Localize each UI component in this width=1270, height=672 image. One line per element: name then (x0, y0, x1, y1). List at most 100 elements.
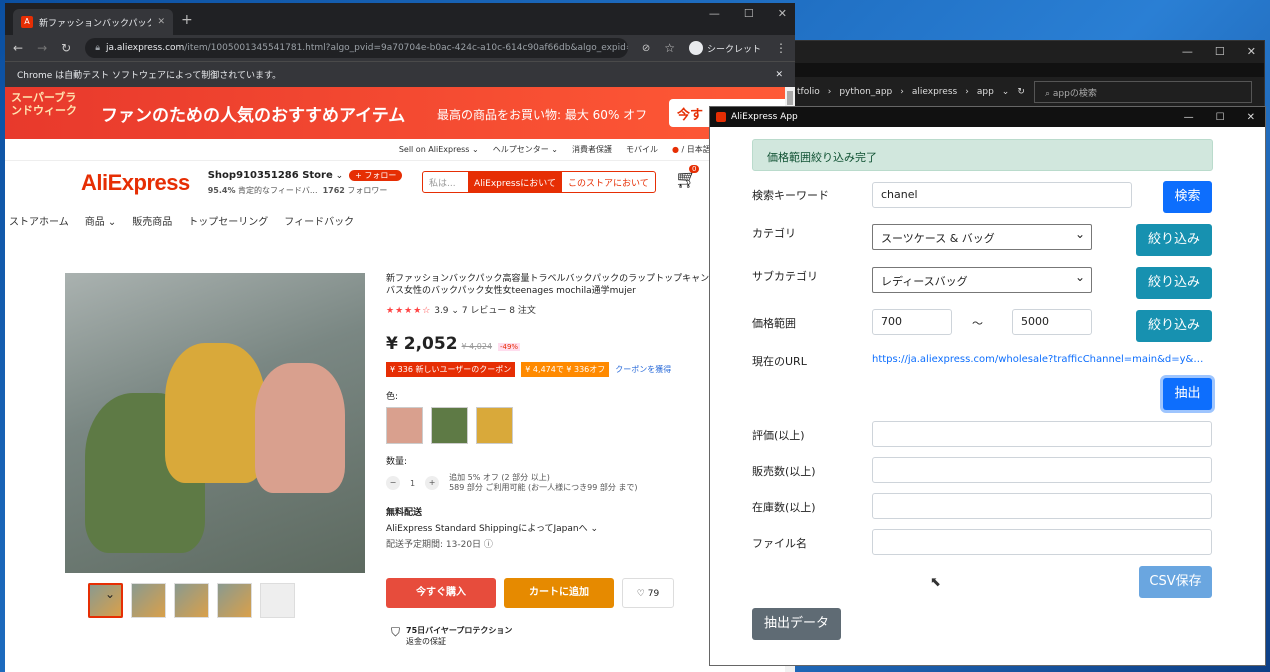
minimize-icon[interactable]: — (1182, 45, 1193, 58)
minimize-icon[interactable]: — (709, 7, 720, 20)
wishlist-button[interactable]: ♡ 79 (622, 578, 674, 608)
reload-icon[interactable]: ↻ (61, 41, 71, 55)
storenav-home[interactable]: ストアホーム (9, 213, 69, 228)
eye-off-icon[interactable]: ⊘ (642, 43, 650, 54)
minimize-icon[interactable]: — (1184, 112, 1194, 123)
price-filter-button[interactable]: 絞り込み (1136, 310, 1212, 342)
topnav-protection[interactable]: 消費者保護 (572, 144, 612, 155)
breadcrumb-item[interactable]: aliexpress (912, 87, 957, 97)
maximize-icon[interactable]: ☐ (1216, 112, 1225, 123)
category-select[interactable]: スーツケース & バッグ (872, 224, 1092, 250)
topnav-sell[interactable]: Sell on AliExpress ⌄ (399, 145, 479, 154)
buy-now-button[interactable]: 今すぐ購入 (386, 578, 496, 608)
rating-input[interactable] (872, 421, 1212, 447)
store-rating-text: 肯定的なフィードバ... (238, 186, 318, 195)
back-icon[interactable]: ← (13, 41, 23, 55)
store-info: Shop910351286 Store ⌄ + フォロー 95.4% 肯定的なフィ… (208, 170, 403, 196)
banner-sub: 最高の商品をお買い物: 最大 60% オフ (437, 108, 648, 122)
sales-input[interactable] (872, 457, 1212, 483)
storenav-sale[interactable]: 販売商品 (132, 213, 172, 228)
url-path: /item/1005001345541781.html?algo_pvid=9a… (184, 43, 628, 53)
chevron-down-icon[interactable]: ⌄ (1002, 87, 1010, 97)
qty-note-2: 589 部分 ご利用可能 (お一人様につき99 部分 まで) (449, 483, 638, 492)
store-followers: 1762 (322, 186, 345, 195)
csv-save-button[interactable]: CSV保存 (1139, 566, 1212, 598)
current-url-link[interactable]: https://ja.aliexpress.com/wholesale?traf… (872, 354, 1210, 365)
close-tab-icon[interactable]: ✕ (157, 17, 165, 27)
store-name[interactable]: Shop910351286 Store (208, 170, 333, 181)
follow-button[interactable]: + フォロー (349, 170, 403, 181)
add-to-cart-button[interactable]: カートに追加 (504, 578, 614, 608)
protect-title: 75日バイヤープロテクション (406, 626, 513, 635)
qty-value[interactable]: 1 (410, 479, 415, 488)
order-count: 8 注文 (509, 306, 536, 316)
color-swatch-green[interactable] (431, 407, 468, 444)
keyword-input[interactable]: chanel (872, 182, 1132, 208)
get-coupon-link[interactable]: クーポンを獲得 (615, 364, 671, 375)
color-swatch-yellow[interactable] (476, 407, 513, 444)
product-main-image[interactable] (65, 273, 365, 573)
storenav-feedback[interactable]: フィードバック (284, 213, 354, 228)
close-icon[interactable]: ✕ (1247, 45, 1256, 58)
review-count[interactable]: 7 レビュー (462, 306, 507, 316)
promo-banner[interactable]: スーパーブランドウィーク ファンのための人気のおすすめアイテム 最高の商品をお買… (5, 87, 795, 139)
address-bar[interactable]: 🔒︎ ja.aliexpress.com/item/10050013455417… (85, 38, 628, 58)
thumbnail[interactable] (88, 583, 123, 618)
coupon-threshold[interactable]: ¥ 4,474で ¥ 336オフ (521, 362, 610, 377)
lock-icon: 🔒︎ (95, 43, 100, 53)
menu-icon[interactable]: ⋮ (775, 41, 787, 55)
search-store-button[interactable]: このストアにおいて (562, 172, 655, 192)
subcategory-filter-button[interactable]: 絞り込み (1136, 267, 1212, 299)
topnav-mobile[interactable]: モバイル (626, 144, 658, 155)
thumbnail[interactable] (260, 583, 295, 618)
rating-value[interactable]: 3.9 ⌄ (434, 306, 459, 316)
breadcrumb-item[interactable]: app (977, 87, 994, 97)
maximize-icon[interactable]: ☐ (1215, 45, 1225, 58)
maximize-icon[interactable]: ☐ (744, 7, 754, 20)
refresh-icon[interactable]: ↻ (1017, 87, 1031, 97)
search-button[interactable]: 検索 (1163, 181, 1212, 213)
product-title: 新ファッションバックパック高容量トラベルバックパックのラップトップキャンバス女性… (386, 274, 710, 296)
extracted-data-button[interactable]: 抽出データ (752, 608, 841, 640)
infobar-text: Chrome は自動テスト ソフトウェアによって制御されています。 (17, 71, 282, 81)
price-max-input[interactable]: 5000 (1012, 309, 1092, 335)
qty-plus-button[interactable]: + (425, 476, 440, 490)
help-icon[interactable]: ⓘ (484, 540, 493, 550)
category-filter-button[interactable]: 絞り込み (1136, 224, 1212, 256)
stock-input[interactable] (872, 493, 1212, 519)
search-aliexpress-button[interactable]: AliExpressにおいて (468, 172, 563, 192)
shipping-date-text: 配送予定期間: 13-20日 (386, 540, 482, 550)
close-icon[interactable]: ✕ (1247, 112, 1255, 123)
thumbnail[interactable] (217, 583, 252, 618)
filename-input[interactable] (872, 529, 1212, 555)
explorer-search-input[interactable]: ⌕ appの検索 (1034, 81, 1252, 103)
shipping-method[interactable]: AliExpress Standard ShippingによってJapanへ ⌄ (386, 521, 716, 534)
breadcrumb-item[interactable]: tfolio (797, 87, 820, 97)
aliexpress-app-window: AliExpress App — ☐ ✕ 価格範囲絞り込み完了 検索キーワード … (709, 106, 1266, 666)
breadcrumb-item[interactable]: python_app (839, 87, 892, 97)
extract-button[interactable]: 抽出 (1163, 378, 1212, 410)
qty-minus-button[interactable]: − (386, 476, 400, 490)
star-icon[interactable]: ☆ (664, 41, 675, 55)
thumbnail[interactable] (174, 583, 209, 618)
coupon-new-user[interactable]: ¥ 336 新しいユーザーのクーポン (386, 362, 516, 377)
storenav-top[interactable]: トップセーリング (188, 213, 268, 228)
topnav-help[interactable]: ヘルプセンター ⌄ (493, 144, 558, 155)
price-min-input[interactable]: 700 (872, 309, 952, 335)
forward-icon[interactable]: → (37, 41, 47, 55)
store-search-input[interactable]: 私は... (423, 172, 468, 192)
yellow-backpack-shape (165, 343, 265, 483)
thumbnail[interactable] (131, 583, 166, 618)
storenav-products[interactable]: 商品 ⌄ (85, 213, 117, 228)
aliexpress-logo[interactable]: AliExpress (81, 170, 190, 196)
chevron-down-icon[interactable]: ⌄ (333, 171, 344, 181)
browser-tab[interactable]: A 新ファッションバックパック高容量トラベ ✕ (13, 9, 173, 35)
cart-icon[interactable]: 🛒︎ 0 (675, 165, 700, 190)
close-infobar-icon[interactable]: ✕ (775, 70, 783, 80)
incognito-indicator[interactable]: シークレット (688, 41, 761, 55)
color-swatch-pink[interactable] (386, 407, 423, 444)
explorer-breadcrumb[interactable]: tfolio › python_app › aliexpress › app ⌄ ↻ (791, 81, 1026, 103)
subcategory-select[interactable]: レディースバッグ (872, 267, 1092, 293)
new-tab-icon[interactable]: + (181, 12, 193, 28)
close-icon[interactable]: ✕ (778, 7, 787, 20)
